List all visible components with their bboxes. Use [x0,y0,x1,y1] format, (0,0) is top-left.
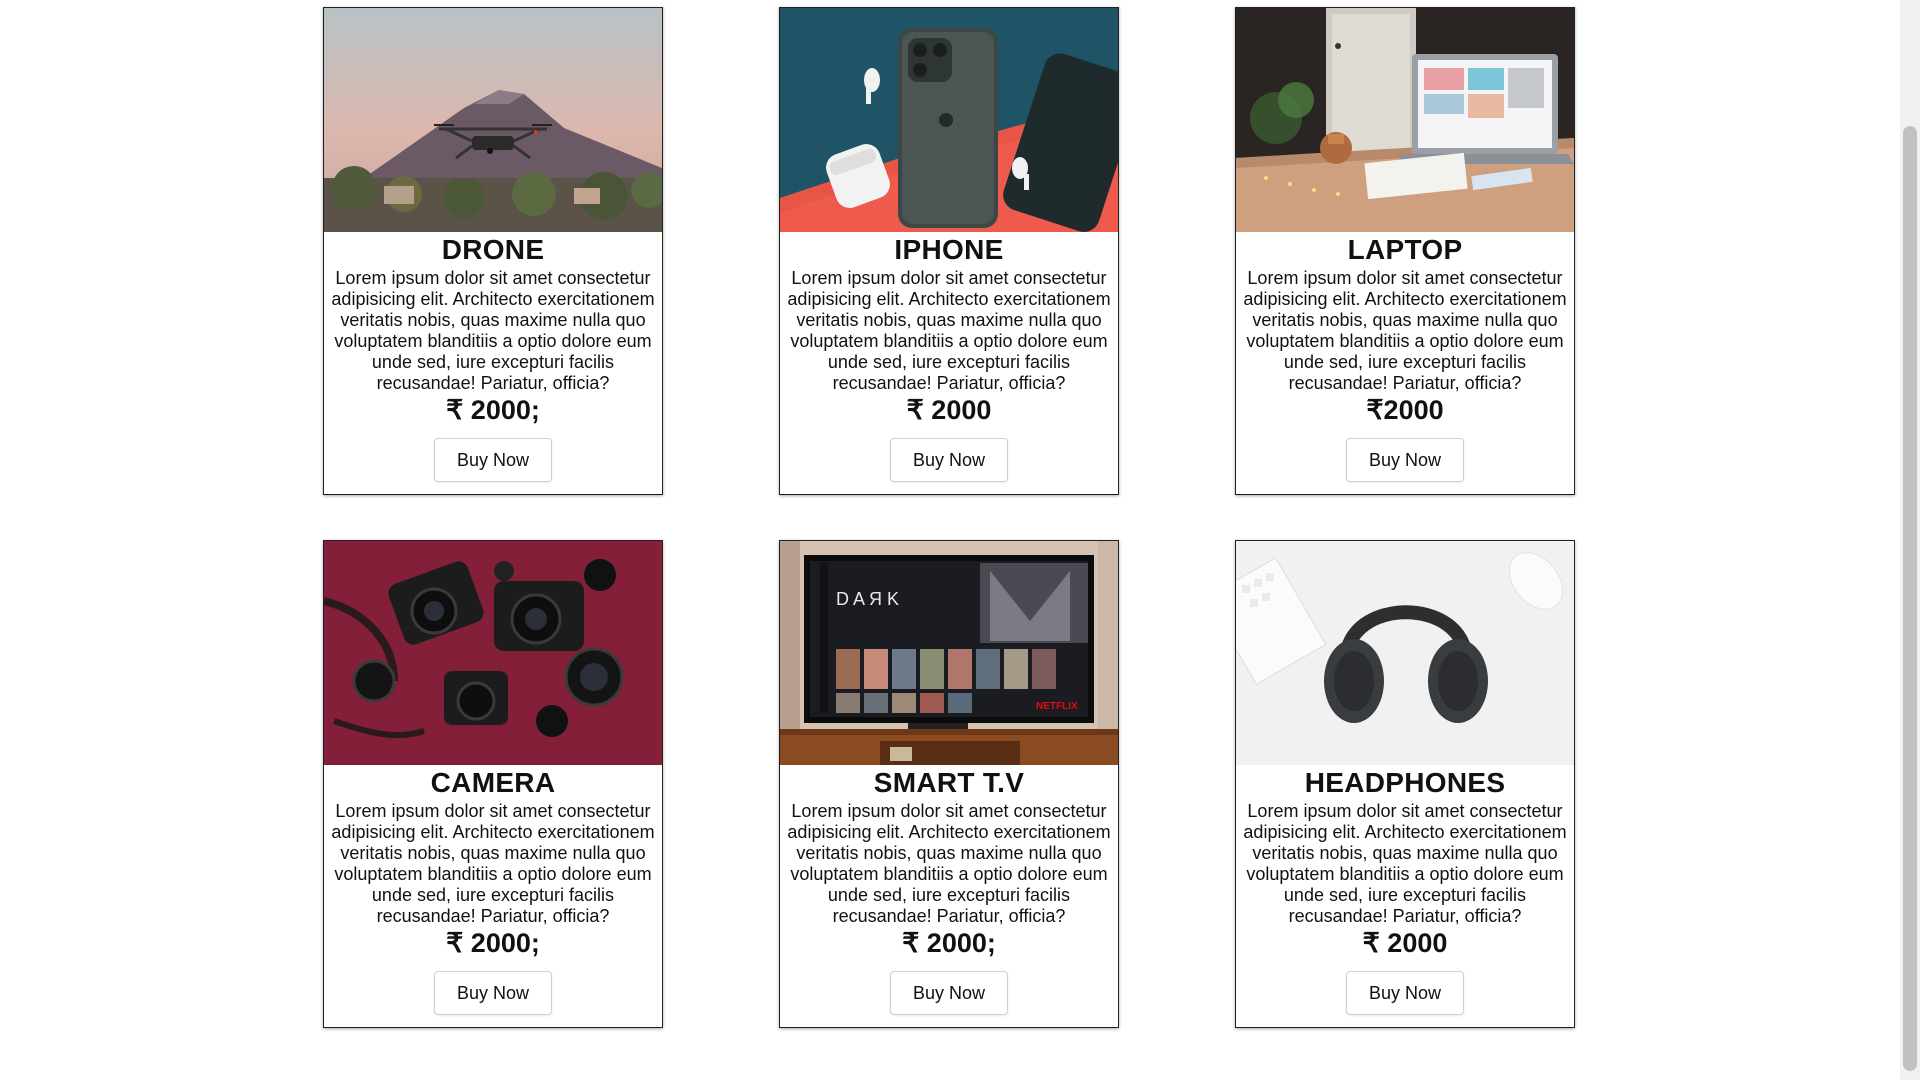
buy-now-button[interactable]: Buy Now [890,971,1008,1015]
product-title: DRONE [441,234,545,265]
product-price: ₹ 2000 [1362,928,1448,958]
phone-icon [898,28,998,228]
product-description: Lorem ipsum dolor sit amet consectetur a… [331,268,655,393]
product-page: DRONE Lorem ipsum dolor sit amet consect… [0,0,1920,1080]
product-description: Lorem ipsum dolor sit amet consectetur a… [787,801,1111,926]
headphones-photo [1236,541,1574,765]
product-title: HEADPHONES [1304,767,1506,798]
camera-photo [324,541,662,765]
product-description: Lorem ipsum dolor sit amet consectetur a… [787,268,1111,393]
product-card-headphones: HEADPHONES Lorem ipsum dolor sit amet co… [1235,540,1575,1028]
product-card-drone: DRONE Lorem ipsum dolor sit amet consect… [323,7,663,495]
product-card-smart-tv: D A Я K NETFLIX SMART T.V Lorem ipsum do… [779,540,1119,1028]
iphone-photo [780,8,1118,232]
tv-icon: D A Я K NETFLIX [804,555,1094,723]
product-price: ₹ 2000 [906,395,992,425]
product-price: ₹ 2000; [446,928,540,958]
tv-photo: D A Я K NETFLIX [780,541,1118,765]
product-card-laptop: LAPTOP Lorem ipsum dolor sit amet consec… [1235,7,1575,495]
buy-now-button[interactable]: Buy Now [1346,971,1464,1015]
laptop-icon [1396,54,1574,164]
vertical-scrollbar[interactable] [1900,0,1920,1080]
product-title: LAPTOP [1347,234,1463,265]
svg-text:D A Я K: D A Я K [836,589,899,609]
product-price: ₹ 2000; [902,928,996,958]
product-title: IPHONE [894,234,1004,265]
product-price: ₹2000 [1366,395,1444,425]
product-card-camera: CAMERA Lorem ipsum dolor sit amet consec… [323,540,663,1028]
svg-text:NETFLIX: NETFLIX [1036,701,1078,712]
buy-now-button[interactable]: Buy Now [1346,438,1464,482]
buy-now-button[interactable]: Buy Now [434,971,552,1015]
laptop-photo [1236,8,1574,232]
product-description: Lorem ipsum dolor sit amet consectetur a… [1243,268,1567,393]
drone-photo [324,8,662,232]
product-description: Lorem ipsum dolor sit amet consectetur a… [1243,801,1567,926]
product-card-iphone: IPHONE Lorem ipsum dolor sit amet consec… [779,7,1119,495]
product-price: ₹ 2000; [446,395,540,425]
buy-now-button[interactable]: Buy Now [434,438,552,482]
scrollbar-thumb[interactable] [1903,126,1917,1071]
buy-now-button[interactable]: Buy Now [890,438,1008,482]
product-description: Lorem ipsum dolor sit amet consectetur a… [331,801,655,926]
product-title: CAMERA [430,767,556,798]
product-grid: DRONE Lorem ipsum dolor sit amet consect… [323,7,1575,1028]
product-title: SMART T.V [873,767,1025,798]
